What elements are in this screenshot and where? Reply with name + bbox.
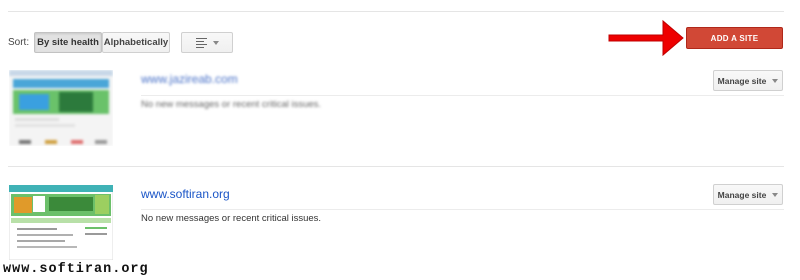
manage-site-label: Manage site [717,189,767,200]
chevron-down-icon [772,192,779,197]
site-thumbnail[interactable] [9,70,113,146]
chevron-down-icon [772,78,779,83]
chevron-down-icon [212,40,219,45]
site-thumbnail-image [9,185,113,260]
watermark: www.softiran.org [3,262,149,277]
sort-label: Sort: [8,37,30,48]
sort-by-site-health-button[interactable]: By site health [34,32,102,53]
manage-site-button[interactable]: Manage site [713,184,783,205]
site-link[interactable]: www.jazireab.com [141,72,238,86]
list-view-icon [195,37,207,48]
site-row-divider [141,209,784,210]
site-link[interactable]: www.softiran.org [141,187,230,201]
site-thumbnail-image [9,70,113,146]
sort-alphabetically-button[interactable]: Alphabetically [102,32,170,53]
site-thumbnail[interactable] [9,185,113,260]
view-options-button[interactable] [181,32,233,53]
manage-site-label: Manage site [717,75,767,86]
site-status: No new messages or recent critical issue… [141,213,322,224]
site-status: No new messages or recent critical issue… [141,99,322,110]
manage-site-button[interactable]: Manage site [713,70,783,91]
site-row-divider [141,95,784,96]
site-separator [8,166,784,167]
add-a-site-button[interactable]: ADD A SITE [686,27,783,49]
red-arrow-icon [608,19,684,57]
top-divider [8,11,784,12]
